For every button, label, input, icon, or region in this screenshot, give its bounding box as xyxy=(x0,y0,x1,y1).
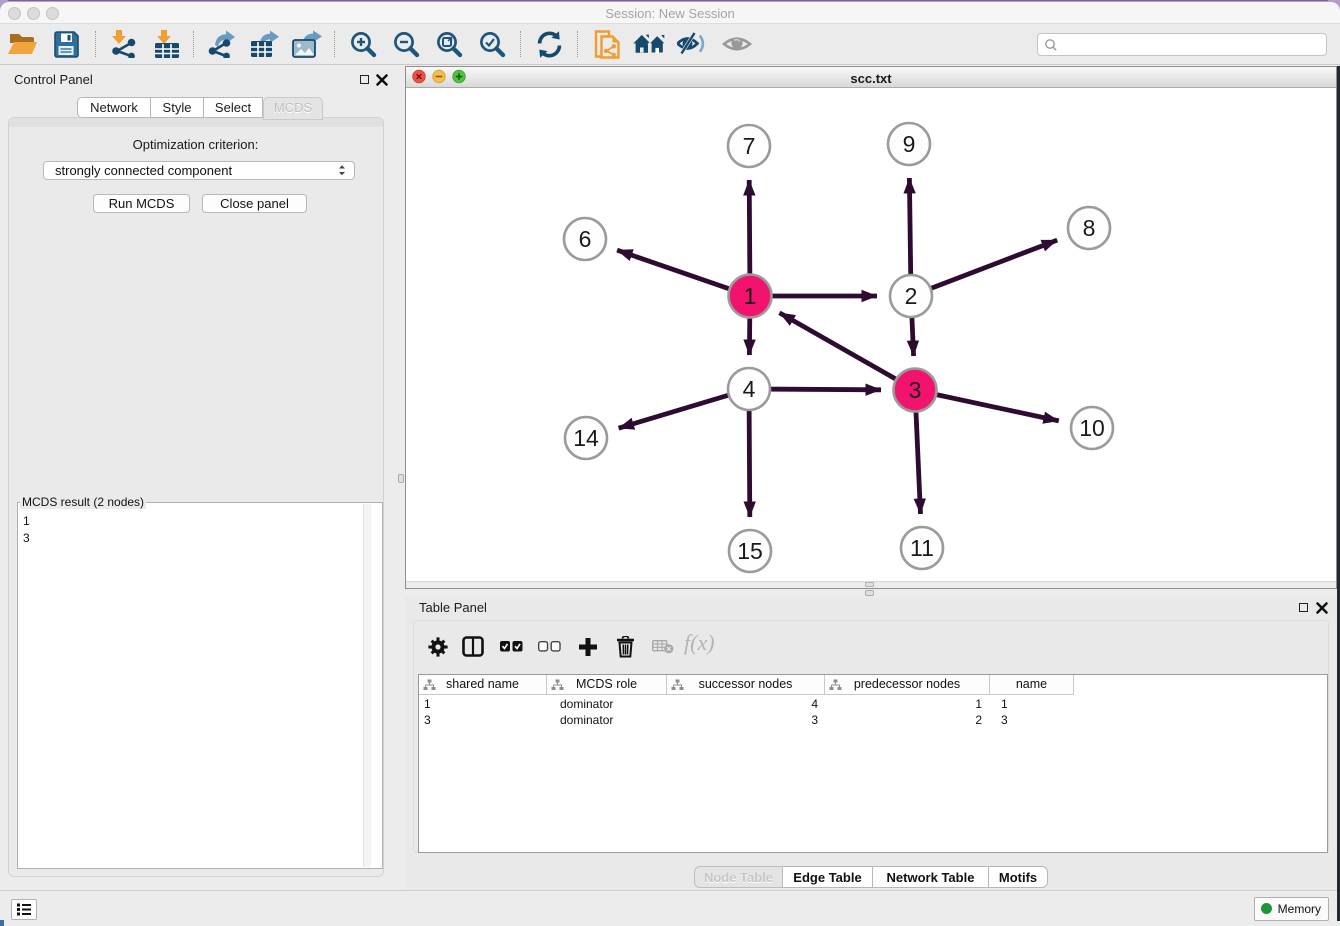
svg-text:8: 8 xyxy=(1083,215,1096,241)
svg-text:14: 14 xyxy=(573,425,599,451)
svg-text:10: 10 xyxy=(1079,415,1105,441)
svg-text:2: 2 xyxy=(905,283,918,309)
svg-text:7: 7 xyxy=(743,133,756,159)
svg-text:11: 11 xyxy=(910,535,934,561)
svg-text:4: 4 xyxy=(743,376,756,402)
svg-text:3: 3 xyxy=(909,377,922,403)
svg-text:1: 1 xyxy=(744,283,757,309)
svg-text:6: 6 xyxy=(579,226,592,252)
svg-text:15: 15 xyxy=(737,538,763,564)
svg-text:9: 9 xyxy=(903,131,916,157)
